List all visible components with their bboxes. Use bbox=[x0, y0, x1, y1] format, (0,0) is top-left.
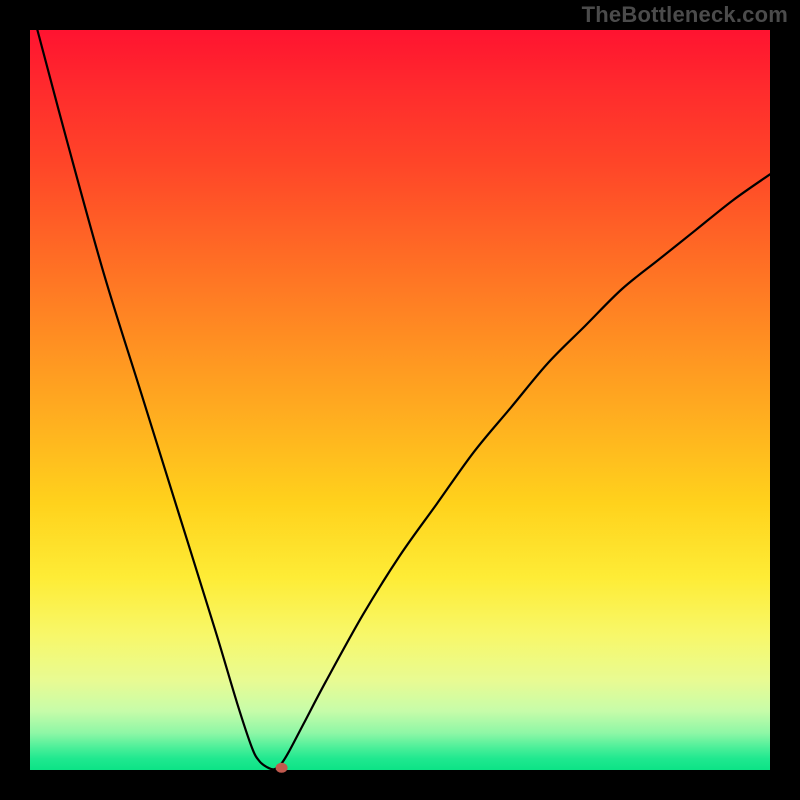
bottleneck-curve bbox=[30, 30, 770, 770]
minimum-marker bbox=[276, 763, 288, 773]
watermark-text: TheBottleneck.com bbox=[582, 2, 788, 28]
chart-frame: TheBottleneck.com bbox=[0, 0, 800, 800]
plot-area bbox=[30, 30, 770, 770]
curve-path bbox=[37, 30, 770, 769]
